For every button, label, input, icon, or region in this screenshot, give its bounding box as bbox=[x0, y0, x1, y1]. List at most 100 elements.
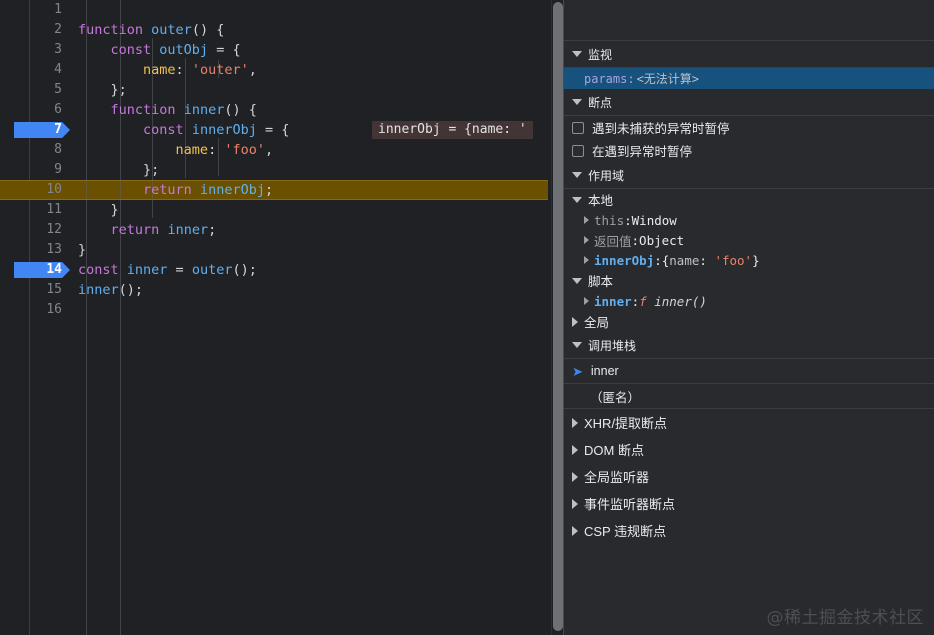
call-stack-frame-label: （匿名） bbox=[590, 387, 640, 406]
scope-group-2[interactable]: 全局 bbox=[564, 311, 934, 332]
scope-group-label: 本地 bbox=[588, 190, 613, 209]
section-header-watch[interactable]: 监视 bbox=[564, 41, 934, 68]
debugger-sidebar: 监视 params: <无法计算> 断点 遇到未捕获的异常时暂停 在遇到异常时暂… bbox=[563, 0, 934, 635]
scope-separator: : bbox=[632, 294, 640, 309]
scope-group-0[interactable]: 本地 bbox=[564, 189, 934, 210]
scope-variable-row[interactable]: inner: f inner() bbox=[564, 291, 934, 311]
line-number[interactable]: 11 bbox=[0, 200, 70, 220]
code-line[interactable]: 4 name: 'outer', bbox=[0, 60, 551, 80]
checkbox-row-pause-exceptions[interactable]: 在遇到异常时暂停 bbox=[564, 139, 934, 162]
source-code-editor[interactable]: 12function outer() {3 const outObj = {4 … bbox=[0, 0, 563, 635]
section-header-breakpoints[interactable]: 断点 bbox=[564, 89, 934, 116]
code-line[interactable]: 11 } bbox=[0, 200, 551, 220]
scope-variable-row[interactable]: this: Window bbox=[564, 210, 934, 230]
chevron-right-icon bbox=[572, 472, 578, 482]
code-line[interactable]: 5 }; bbox=[0, 80, 551, 100]
line-number[interactable]: 9 bbox=[0, 160, 70, 180]
code-line-text: return innerObj; bbox=[78, 181, 273, 199]
line-number[interactable]: 8 bbox=[0, 140, 70, 160]
code-line[interactable]: 10 return innerObj; bbox=[0, 180, 548, 200]
breakpoint-category-row[interactable]: CSP 违规断点 bbox=[564, 517, 934, 544]
watch-expression-row[interactable]: params: <无法计算> bbox=[564, 68, 934, 89]
code-line-text: name: 'outer', bbox=[78, 60, 257, 80]
scope-variable-name: inner bbox=[594, 294, 632, 309]
chevron-down-icon bbox=[572, 278, 582, 284]
code-line-text: const outObj = { bbox=[78, 40, 241, 60]
chevron-right-icon bbox=[572, 445, 578, 455]
code-line-text: } bbox=[78, 200, 119, 220]
breakpoint-category-label: XHR/提取断点 bbox=[584, 413, 667, 432]
line-number[interactable]: 15 bbox=[0, 280, 70, 300]
scope-group-label: 脚本 bbox=[588, 271, 613, 290]
chevron-right-icon[interactable] bbox=[584, 297, 589, 305]
line-number[interactable]: 14 bbox=[0, 260, 70, 280]
line-number[interactable]: 12 bbox=[0, 220, 70, 240]
breakpoints-section-title: 断点 bbox=[588, 94, 612, 111]
code-line[interactable]: 1 bbox=[0, 0, 551, 20]
scope-variable-value: Window bbox=[632, 213, 677, 228]
call-stack-body: ➤inner （匿名） bbox=[564, 359, 934, 409]
line-number[interactable]: 4 bbox=[0, 60, 70, 80]
call-stack-frame[interactable]: （匿名） bbox=[564, 384, 934, 409]
code-line[interactable]: 6 function inner() { bbox=[0, 100, 551, 120]
scope-group-1[interactable]: 脚本 bbox=[564, 270, 934, 291]
chevron-right-icon bbox=[572, 499, 578, 509]
scope-variable-row[interactable]: innerObj: {name: 'foo'} bbox=[564, 250, 934, 270]
scope-variable-name: 返回值 bbox=[594, 231, 632, 250]
code-line[interactable]: 9 }; bbox=[0, 160, 551, 180]
scope-variable-value: Object bbox=[639, 233, 684, 248]
code-line[interactable]: 3 const outObj = { bbox=[0, 40, 551, 60]
breakpoint-category-row[interactable]: DOM 断点 bbox=[564, 436, 934, 463]
section-header-call-stack[interactable]: 调用堆栈 bbox=[564, 332, 934, 359]
line-number[interactable]: 1 bbox=[0, 0, 70, 20]
breakpoint-category-row[interactable]: 事件监听器断点 bbox=[564, 490, 934, 517]
code-line[interactable]: 16 bbox=[0, 300, 551, 320]
code-line[interactable]: 12 return inner; bbox=[0, 220, 551, 240]
code-line[interactable]: 15 inner(); bbox=[0, 280, 551, 300]
line-number[interactable]: 5 bbox=[0, 80, 70, 100]
line-number[interactable]: 3 bbox=[0, 40, 70, 60]
chevron-right-icon bbox=[572, 526, 578, 536]
chevron-right-icon[interactable] bbox=[584, 216, 589, 224]
line-number[interactable]: 16 bbox=[0, 300, 70, 320]
editor-scrollbar-thumb[interactable] bbox=[553, 2, 563, 631]
code-line[interactable]: 8 name: 'foo', bbox=[0, 140, 551, 160]
code-line[interactable]: 7 const innerObj = {innerObj = {name: ' bbox=[0, 120, 551, 140]
current-frame-arrow-icon: ➤ bbox=[572, 365, 583, 378]
code-line-text: const inner = outer(); bbox=[78, 260, 257, 280]
breakpoint-category-row[interactable]: 全局监听器 bbox=[564, 463, 934, 490]
call-stack-frame[interactable]: ➤inner bbox=[564, 359, 934, 384]
code-line-text: function inner() { bbox=[78, 100, 257, 120]
code-line[interactable]: 13} bbox=[0, 240, 551, 260]
watch-expression-value: <无法计算> bbox=[637, 70, 699, 87]
code-line-text: }; bbox=[78, 80, 127, 100]
line-number[interactable]: 7 bbox=[0, 120, 70, 140]
watch-section-title: 监视 bbox=[588, 46, 612, 63]
scope-variable-row[interactable]: 返回值: Object bbox=[564, 230, 934, 250]
chevron-right-icon[interactable] bbox=[584, 236, 589, 244]
scope-body: 本地this: Window返回值: ObjectinnerObj: {name… bbox=[564, 189, 934, 332]
checkbox-pause-uncaught[interactable] bbox=[572, 122, 584, 134]
scope-group-label: 全局 bbox=[584, 312, 609, 331]
line-number[interactable]: 2 bbox=[0, 20, 70, 40]
line-number[interactable]: 10 bbox=[0, 181, 70, 199]
chevron-right-icon[interactable] bbox=[584, 256, 589, 264]
scope-separator: : bbox=[632, 233, 640, 248]
code-line[interactable]: 14 const inner = outer(); bbox=[0, 260, 551, 280]
code-line[interactable]: 2function outer() { bbox=[0, 20, 551, 40]
checkbox-label-pause-uncaught: 遇到未捕获的异常时暂停 bbox=[592, 118, 730, 137]
code-line-text: } bbox=[78, 240, 86, 260]
editor-vertical-scrollbar[interactable] bbox=[551, 0, 563, 635]
checkbox-row-pause-uncaught[interactable]: 遇到未捕获的异常时暂停 bbox=[564, 116, 934, 139]
code-lines-container[interactable]: 12function outer() {3 const outObj = {4 … bbox=[0, 0, 551, 635]
line-number[interactable]: 13 bbox=[0, 240, 70, 260]
sidebar-toolbar bbox=[564, 0, 934, 41]
breakpoint-category-row[interactable]: XHR/提取断点 bbox=[564, 409, 934, 436]
checkbox-pause-exceptions[interactable] bbox=[572, 145, 584, 157]
scope-variable-value: f inner() bbox=[639, 294, 707, 309]
code-line-text: const innerObj = { bbox=[78, 120, 289, 140]
section-header-scope[interactable]: 作用域 bbox=[564, 162, 934, 189]
code-line-text: inner(); bbox=[78, 280, 143, 300]
chevron-down-icon bbox=[572, 99, 582, 105]
line-number[interactable]: 6 bbox=[0, 100, 70, 120]
